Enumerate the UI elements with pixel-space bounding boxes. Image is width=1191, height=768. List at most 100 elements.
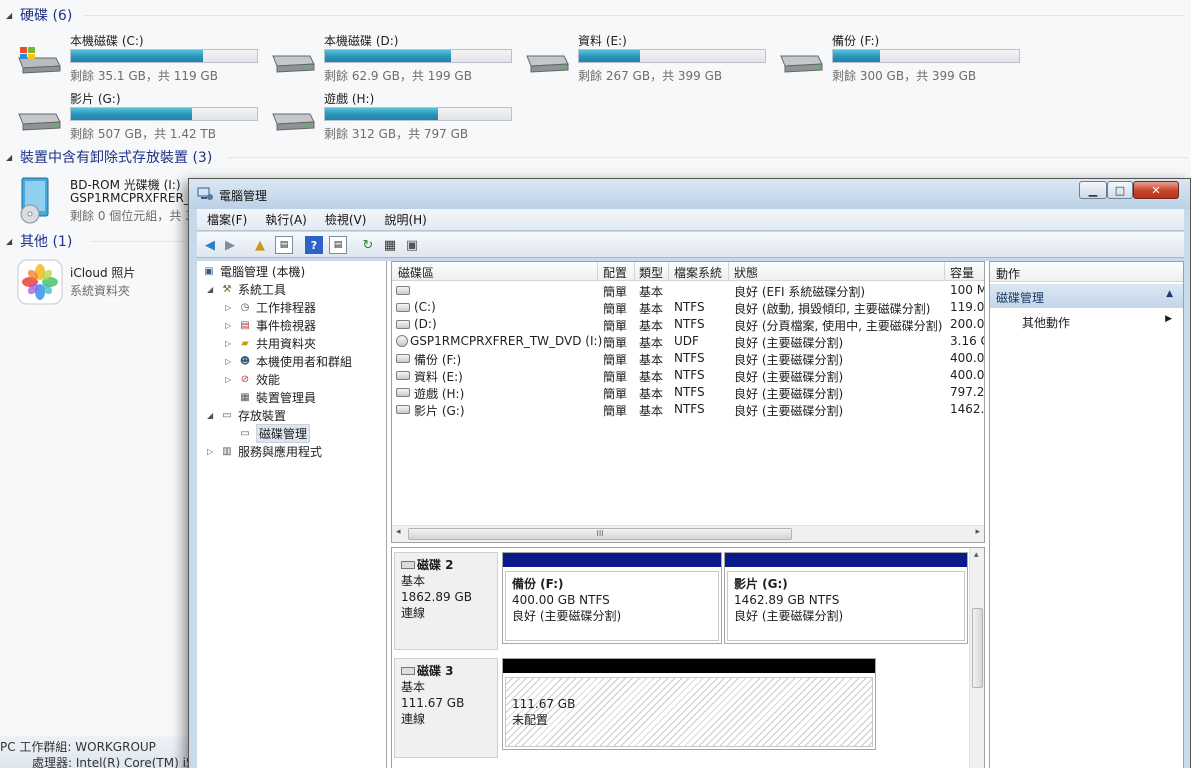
tree-shared-folders[interactable]: ▷ ▰ 共用資料夾 — [225, 334, 316, 352]
tree-system-tools[interactable]: ◢ ⚒ 系統工具 — [207, 280, 286, 298]
unallocated-space[interactable]: 111.67 GB 未配置 — [502, 658, 876, 750]
collapse-arrow-icon[interactable]: ◢ — [207, 411, 219, 420]
volume-name: (C:) — [414, 300, 436, 314]
minimize-button[interactable]: ▁ — [1079, 181, 1107, 199]
menu-help[interactable]: 說明(H) — [374, 211, 434, 228]
drive-g[interactable]: 影片 (G:) 剩餘 507 GB，共 1.42 TB — [0, 90, 258, 141]
column-header-volume[interactable]: 磁碟區 — [398, 264, 434, 281]
drive-h[interactable]: 遊戲 (H:) 剩餘 312 GB，共 797 GB — [254, 90, 512, 141]
volume-icon — [396, 320, 410, 329]
column-separator[interactable] — [944, 262, 945, 281]
properties-icon[interactable]: ▦ — [381, 236, 399, 254]
volume-status: 良好 (主要磁碟分割) — [734, 336, 844, 350]
removable-group-header[interactable]: ◢ 裝置中含有卸除式存放裝置 (3) — [6, 147, 1191, 167]
volume-row[interactable]: 資料 (E:) 簡單 基本 NTFS 良好 (主要磁碟分割) 400.00 — [392, 367, 984, 384]
disk-info[interactable]: 磁碟 3 基本 111.67 GB 連線 — [394, 658, 498, 758]
collapse-up-icon[interactable]: ▲ — [1166, 289, 1173, 299]
partition-g[interactable]: 影片 (G:) 1462.89 GB NTFS 良好 (主要磁碟分割) — [724, 552, 968, 644]
scroll-thumb[interactable]: III — [408, 528, 792, 540]
drive-c[interactable]: 本機磁碟 (C:) 剩餘 35.1 GB，共 119 GB — [0, 32, 258, 83]
tree-task-scheduler[interactable]: ▷ ◷ 工作排程器 — [225, 298, 316, 316]
column-separator[interactable] — [668, 262, 669, 281]
show-hide-action-icon[interactable]: ▤ — [329, 236, 347, 254]
scroll-thumb[interactable] — [972, 608, 983, 688]
tree-local-users[interactable]: ▷ ☻ 本機使用者和群組 — [225, 352, 352, 370]
column-separator[interactable] — [634, 262, 635, 281]
volume-row[interactable]: (D:) 簡單 基本 NTFS 良好 (分頁檔案, 使用中, 主要磁碟分割) 2… — [392, 316, 984, 333]
menu-view[interactable]: 檢視(V) — [315, 211, 375, 228]
volume-row[interactable]: 影片 (G:) 簡單 基本 NTFS 良好 (主要磁碟分割) 1462.8 — [392, 401, 984, 418]
column-separator[interactable] — [728, 262, 729, 281]
tree-disk-management[interactable]: ▭ 磁碟管理 — [237, 423, 311, 443]
close-button[interactable]: ✕ — [1133, 181, 1179, 199]
column-header-filesystem[interactable]: 檔案系統 — [674, 264, 722, 281]
expand-arrow-icon[interactable]: ▷ — [207, 447, 219, 456]
tree-label: 電腦管理 (本機) — [220, 264, 306, 279]
tree-device-manager[interactable]: ▦ 裝置管理員 — [237, 388, 316, 406]
expand-arrow-icon[interactable]: ▷ — [225, 321, 237, 330]
column-header-status[interactable]: 狀態 — [734, 264, 758, 281]
disk-icon — [401, 667, 415, 675]
disk-info[interactable]: 磁碟 2 基本 1862.89 GB 連線 — [394, 552, 498, 650]
up-folder-icon[interactable]: ▲ — [251, 236, 269, 254]
expand-arrow-icon[interactable]: ▷ — [225, 303, 237, 312]
collapse-arrow-icon[interactable]: ◢ — [6, 153, 14, 162]
volume-layout: 簡單 — [603, 353, 628, 367]
partition-f[interactable]: 備份 (F:) 400.00 GB NTFS 良好 (主要磁碟分割) — [502, 552, 722, 644]
vertical-scrollbar[interactable]: ▴ — [969, 548, 984, 768]
drive-free-space: 剩餘 62.9 GB，共 199 GB — [324, 69, 472, 83]
other-group-header[interactable]: ◢ 其他 (1) — [6, 231, 191, 251]
hdd-group-header[interactable]: ◢ 硬碟 (6) — [6, 5, 1191, 25]
back-arrow-icon[interactable]: ◀ — [201, 236, 219, 254]
expand-arrow-icon[interactable]: ▷ — [225, 375, 237, 384]
disk-kind: 基本 — [401, 680, 426, 694]
toolbar: ◀ ▶ ▲ ▤ ? ▤ ↻ ▦ ▣ — [197, 232, 1184, 258]
expand-arrow-icon[interactable]: ▷ — [225, 339, 237, 348]
bd-rom-drive[interactable]: BD-ROM 光碟機 (I:) GSP1RMCPRXFRER_ 剩餘 0 個位元… — [16, 176, 193, 226]
drive-d[interactable]: 本機磁碟 (D:) 剩餘 62.9 GB，共 199 GB — [254, 32, 512, 83]
column-header-layout[interactable]: 配置 — [603, 264, 627, 281]
actions-section-disk-management[interactable]: 磁碟管理 ▲ — [990, 284, 1183, 308]
column-separator[interactable] — [597, 262, 598, 281]
expand-arrow-icon[interactable]: ▷ — [225, 357, 237, 366]
forward-arrow-icon[interactable]: ▶ — [221, 236, 239, 254]
column-header-capacity[interactable]: 容量 — [950, 264, 974, 281]
scroll-up-icon[interactable]: ▴ — [974, 550, 979, 560]
tree-services[interactable]: ▷ ▥ 服務與應用程式 — [207, 442, 322, 460]
volume-row[interactable]: 備份 (F:) 簡單 基本 NTFS 良好 (主要磁碟分割) 400.00 — [392, 350, 984, 367]
drive-free-space: 剩餘 267 GB，共 399 GB — [578, 69, 723, 83]
tree-root[interactable]: ▣ 電腦管理 (本機) — [201, 262, 305, 280]
export-icon[interactable]: ▣ — [403, 236, 421, 254]
more-actions-label: 其他動作 — [1022, 316, 1071, 330]
volume-row[interactable]: (C:) 簡單 基本 NTFS 良好 (啟動, 損毀傾印, 主要磁碟分割) 11… — [392, 299, 984, 316]
tree-performance[interactable]: ▷ ⊘ 效能 — [225, 370, 280, 388]
drive-f[interactable]: 備份 (F:) 剩餘 300 GB，共 399 GB — [762, 32, 1020, 83]
menu-file[interactable]: 檔案(F) — [197, 211, 255, 228]
maximize-button[interactable]: □ — [1107, 181, 1133, 199]
collapse-arrow-icon[interactable]: ◢ — [6, 11, 14, 20]
scroll-left-icon[interactable]: ◂ — [396, 527, 401, 537]
volume-row[interactable]: 簡單 基本 良好 (EFI 系統磁碟分割) 100 M — [392, 282, 984, 299]
column-header-type[interactable]: 類型 — [639, 264, 663, 281]
volume-row[interactable]: 遊戲 (H:) 簡單 基本 NTFS 良好 (主要磁碟分割) 797.26 — [392, 384, 984, 401]
collapse-arrow-icon[interactable]: ◢ — [207, 285, 219, 294]
show-hide-tree-icon[interactable]: ▤ — [275, 236, 293, 254]
tree-label: 效能 — [256, 372, 281, 387]
drive-e[interactable]: 資料 (E:) 剩餘 267 GB，共 399 GB — [508, 32, 766, 83]
partition-body: 備份 (F:) 400.00 GB NTFS 良好 (主要磁碟分割) — [505, 571, 719, 641]
tree-storage[interactable]: ◢ ▭ 存放裝置 — [207, 406, 286, 424]
tree-label: 裝置管理員 — [256, 390, 317, 405]
menu-action[interactable]: 執行(A) — [255, 211, 315, 228]
tree-event-viewer[interactable]: ▷ ▤ 事件檢視器 — [225, 316, 316, 334]
title-bar[interactable]: 電腦管理 ▁ □ ✕ — [189, 179, 1190, 209]
more-actions-item[interactable]: 其他動作 ▶ — [1022, 314, 1172, 331]
volume-list: 磁碟區 配置 類型 檔案系統 狀態 容量 簡單 基本 良好 (EFI 系統磁碟分… — [391, 261, 985, 543]
drive-name: 遊戲 (H:) — [324, 92, 375, 106]
refresh-icon[interactable]: ↻ — [359, 236, 377, 254]
volume-name: (D:) — [414, 317, 437, 331]
horizontal-scrollbar[interactable]: ◂ III ▸ — [392, 525, 984, 542]
volume-row[interactable]: GSP1RMCPRXFRER_TW_DVD (I:) 簡單 基本 UDF 良好 … — [392, 333, 984, 350]
scroll-right-icon[interactable]: ▸ — [975, 527, 980, 537]
collapse-arrow-icon[interactable]: ◢ — [6, 237, 14, 246]
help-icon[interactable]: ? — [305, 236, 323, 254]
